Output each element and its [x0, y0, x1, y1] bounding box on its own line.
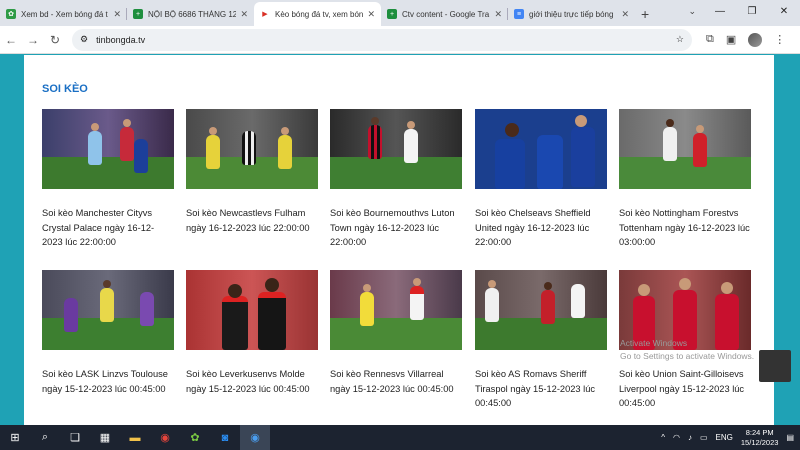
clock-time: 8:24 PM — [745, 427, 774, 437]
card-title-link[interactable]: Soi kèo Leverkusenvs Molde ngày 15-12-20… — [186, 367, 318, 396]
card-item[interactable]: Soi kèo Rennesvs Villarreal ngày 15-12-2… — [330, 270, 462, 396]
battery-icon[interactable]: ▭ — [700, 433, 708, 442]
card-title-link[interactable]: Soi kèo Chelseavs Sheffield United ngày … — [475, 206, 607, 250]
extensions-icon[interactable]: ⧉ — [706, 33, 714, 46]
notification-icon[interactable]: ▤ — [786, 433, 794, 442]
chrome-icon[interactable]: ◉ — [240, 425, 270, 450]
speaker-icon[interactable]: ♪ — [688, 433, 692, 442]
card-item[interactable]: Soi kèo Bournemouthvs Luton Town ngày 16… — [330, 109, 462, 250]
thumbnail-image[interactable] — [42, 270, 174, 350]
thumbnail-image[interactable] — [186, 109, 318, 189]
zalo-icon[interactable]: ◙ — [210, 425, 240, 450]
address-bar[interactable]: ⚙ tinbongda.tv ☆ — [72, 28, 692, 51]
thumbnail-image[interactable] — [475, 109, 607, 189]
card-title-link[interactable]: Soi kèo Union Saint-Gilloisevs Liverpool… — [619, 367, 751, 411]
card-title-link[interactable]: Soi kèo Newcastlevs Fulham ngày 16-12-20… — [186, 206, 318, 235]
play-icon: ▶ — [260, 9, 270, 19]
tab-keo-bong-da[interactable]: ▶ Kèo bóng đá tv, xem bón ✕ — [254, 2, 381, 26]
card-title-link[interactable]: Soi kèo AS Romavs Sheriff Tiraspol ngày … — [475, 367, 607, 411]
thumbnail-image[interactable] — [186, 270, 318, 350]
tab-gioi-thieu[interactable]: ≡ giới thiệu trực tiếp bóng ✕ — [508, 2, 635, 26]
system-tray: ^ ◠ ♪ ▭ ENG 8:24 PM 15/12/2023 ▤ — [661, 425, 800, 450]
card-title-link[interactable]: Soi kèo Manchester Cityvs Crystal Palace… — [42, 206, 174, 250]
section-title: SOI KÈO — [42, 83, 88, 95]
chevron-down-icon[interactable]: ⌄ — [688, 6, 696, 17]
side-panel-icon[interactable]: ▣ — [726, 33, 736, 46]
minimize-button[interactable]: — — [704, 0, 736, 26]
close-icon[interactable]: ✕ — [494, 9, 502, 20]
tab-ctv-content[interactable]: + Ctv content - Google Tra ✕ — [381, 2, 508, 26]
close-icon[interactable]: ✕ — [367, 9, 375, 20]
widgets-icon[interactable]: ▦ — [90, 425, 120, 450]
thumbnail-image[interactable] — [330, 270, 462, 350]
card-title-link[interactable]: Soi kèo Rennesvs Villarreal ngày 15-12-2… — [330, 367, 462, 396]
profile-avatar[interactable] — [748, 32, 763, 47]
site-info-icon[interactable]: ⚙ — [80, 34, 88, 45]
task-view-icon[interactable]: ❏ — [60, 425, 90, 450]
close-icon[interactable]: ✕ — [113, 9, 121, 20]
docs-icon: ≡ — [514, 9, 524, 19]
file-explorer-icon[interactable]: ▬ — [120, 425, 150, 450]
tab-noi-bo[interactable]: + NỘI BỘ 6686 THÁNG 12 ✕ — [127, 2, 254, 26]
card-item[interactable]: Soi kèo Chelseavs Sheffield United ngày … — [475, 109, 607, 250]
tab-label: Kèo bóng đá tv, xem bón — [275, 9, 364, 19]
tab-label: Ctv content - Google Tra — [402, 9, 490, 19]
close-icon[interactable]: ✕ — [240, 9, 248, 20]
card-item[interactable]: Soi kèo Newcastlevs Fulham ngày 16-12-20… — [186, 109, 318, 235]
reload-button[interactable]: ↻ — [44, 33, 66, 47]
windows-start-icon[interactable]: ⊞ — [0, 425, 30, 450]
back-button[interactable]: ← — [0, 33, 22, 47]
thumbnail-image[interactable] — [475, 270, 607, 350]
chevron-up-icon[interactable]: ^ — [661, 433, 665, 442]
sheets-icon: + — [387, 9, 397, 19]
menu-icon[interactable]: ⋮ — [774, 33, 785, 46]
thumbnail-image[interactable] — [330, 109, 462, 189]
activation-watermark: Activate Windows Go to Settings to activ… — [620, 337, 754, 363]
watermark-line-1: Activate Windows — [620, 338, 688, 348]
clock-date: 15/12/2023 — [740, 437, 779, 447]
windows-taskbar: ⊞ ⌕ ❏ ▦ ▬ ◉ ✿ ◙ ◉ ^ ◠ ♪ ▭ ENG 8:24 PM 15… — [0, 425, 800, 450]
tab-label: giới thiệu trực tiếp bóng — [529, 9, 614, 19]
card-item[interactable]: Soi kèo Leverkusenvs Molde ngày 15-12-20… — [186, 270, 318, 396]
forward-button[interactable]: → — [22, 33, 44, 47]
card-title-link[interactable]: Soi kèo LASK Linzvs Toulouse ngày 15-12-… — [42, 367, 174, 396]
browser-toolbar: ← → ↻ ⚙ tinbongda.tv ☆ ⧉ ▣ ⋮ — [0, 26, 800, 54]
network-icon[interactable]: ◠ — [673, 433, 680, 442]
tab-label: Xem bd - Xem bóng đá t — [21, 9, 108, 19]
search-icon[interactable]: ⌕ — [30, 425, 60, 450]
tab-xem-bd[interactable]: ✿ Xem bd - Xem bóng đá t ✕ — [0, 2, 127, 26]
language-indicator[interactable]: ENG — [716, 433, 733, 442]
card-item[interactable]: Soi kèo AS Romavs Sheriff Tiraspol ngày … — [475, 270, 607, 411]
url-text: tinbongda.tv — [96, 34, 146, 45]
clock[interactable]: 8:24 PM 15/12/2023 — [741, 428, 779, 448]
thumbnail-image[interactable] — [619, 109, 751, 189]
new-tab-button[interactable]: + — [641, 6, 649, 22]
tab-label: NỘI BỘ 6686 THÁNG 12 — [148, 9, 237, 19]
watermark-line-2: Go to Settings to activate Windows. — [620, 351, 755, 361]
bookmark-star-icon[interactable]: ☆ — [676, 34, 684, 45]
thumbnail-image[interactable] — [42, 109, 174, 189]
card-title-link[interactable]: Soi kèo Bournemouthvs Luton Town ngày 16… — [330, 206, 462, 250]
maximize-button[interactable]: ❐ — [736, 0, 768, 26]
window-controls: — ❐ ✕ — [704, 0, 800, 26]
page-content: SOI KÈO Soi kèo Manchester Cityvs Crysta… — [24, 55, 774, 425]
clover-app-icon[interactable]: ✿ — [180, 425, 210, 450]
clover-icon: ✿ — [6, 9, 16, 19]
close-icon[interactable]: ✕ — [621, 9, 629, 20]
card-item[interactable]: Soi kèo Manchester Cityvs Crystal Palace… — [42, 109, 174, 250]
card-item[interactable]: Soi kèo Nottingham Forestvs Tottenham ng… — [619, 109, 751, 250]
sheets-icon: + — [133, 9, 143, 19]
card-title-link[interactable]: Soi kèo Nottingham Forestvs Tottenham ng… — [619, 206, 751, 250]
tab-strip: ✿ Xem bd - Xem bóng đá t ✕ + NỘI BỘ 6686… — [0, 0, 800, 26]
floating-side-button[interactable] — [759, 350, 791, 382]
card-item[interactable]: Soi kèo LASK Linzvs Toulouse ngày 15-12-… — [42, 270, 174, 396]
chrome-icon[interactable]: ◉ — [150, 425, 180, 450]
close-window-button[interactable]: ✕ — [768, 0, 800, 26]
